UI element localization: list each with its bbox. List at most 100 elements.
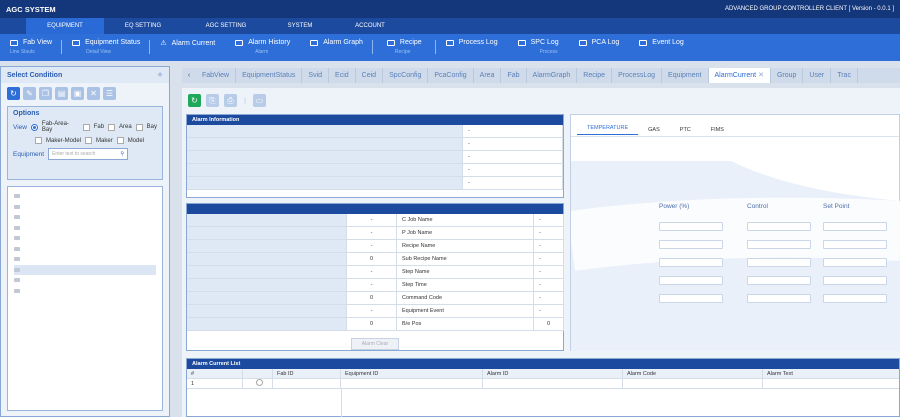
equipment-search-input[interactable]: Enter text to search ⚲ (48, 148, 129, 160)
spc-log-button[interactable]: SPC Log Process (508, 34, 569, 61)
tab-trac[interactable]: Trac (831, 68, 858, 83)
alarm-info-value: - (463, 164, 563, 177)
tree-item[interactable] (14, 223, 156, 234)
col-fab-id: Fab ID (273, 369, 341, 378)
alarm-graph-button[interactable]: Alarm Graph (300, 34, 373, 61)
toolbar: Fab View Line Slauts Equipment Status De… (0, 34, 900, 61)
options-box: Options View Fab-Area-Bay Fab Area Bay M… (7, 106, 163, 180)
equipment-tree[interactable] (7, 186, 163, 411)
tab-ecid[interactable]: Ecid (329, 68, 356, 83)
tree-item[interactable] (14, 254, 156, 265)
radio-fab-area-bay[interactable] (30, 123, 38, 131)
alarm-history-button[interactable]: Alarm History Alarm (225, 34, 300, 61)
tab-equipmentstatus[interactable]: EquipmentStatus (236, 68, 303, 83)
radio-fab-area-bay-label: Fab-Area-Bay (41, 121, 69, 133)
refresh-icon[interactable]: ↻ (7, 87, 20, 100)
menu-equipment[interactable]: EQUIPMENT (26, 18, 104, 34)
close-icon[interactable]: ✕ (87, 87, 100, 100)
tab-scroll-left-icon[interactable]: ‹ (182, 72, 196, 79)
layout-icon[interactable]: ▭ (253, 94, 266, 107)
tab-user[interactable]: User (803, 68, 832, 83)
monitor-icon (10, 39, 18, 46)
alarm-clear-button[interactable]: Alarm Clear (350, 338, 400, 350)
copy-icon[interactable]: ❐ (39, 87, 52, 100)
tree-item[interactable] (14, 244, 156, 255)
check-maker[interactable] (85, 137, 93, 144)
job-info-label (187, 240, 347, 253)
check-model[interactable] (116, 137, 124, 144)
export-icon[interactable]: ⎘ (206, 94, 219, 107)
save-icon[interactable]: ▣ (71, 87, 84, 100)
refresh-icon[interactable]: ↻ (188, 94, 201, 107)
tree-item[interactable] (14, 286, 156, 297)
list-icon[interactable]: ☰ (103, 87, 116, 100)
equipment-label: Equipment (13, 150, 45, 158)
alarm-current-button[interactable]: ⚠ Alarm Current (150, 34, 225, 61)
event-log-button[interactable]: Event Log (629, 34, 694, 61)
tab-recipe[interactable]: Recipe (577, 68, 613, 83)
fab-view-button[interactable]: Fab View Line Slauts (0, 34, 63, 61)
edit-icon[interactable]: ✎ (23, 87, 36, 100)
row-select-radio[interactable] (243, 379, 273, 388)
pca-log-button[interactable]: PCA Log (569, 34, 630, 61)
tab-pcaconfig[interactable]: PcaConfig (428, 68, 474, 83)
process-log-button[interactable]: Process Log (436, 34, 508, 61)
check-bay[interactable] (135, 123, 143, 131)
history-icon (235, 39, 244, 46)
tree-item[interactable] (14, 191, 156, 202)
tree-item[interactable] (14, 202, 156, 213)
tab-alarmcurrent[interactable]: AlarmCurrent ✕ (708, 68, 771, 83)
delete-icon[interactable]: ▤ (55, 87, 68, 100)
menu-agc-setting[interactable]: AGC SETTING (182, 18, 270, 34)
tab-area[interactable]: Area (474, 68, 502, 83)
power-field (659, 294, 723, 303)
table-row[interactable]: 1 (187, 379, 899, 389)
tab-ptc[interactable]: PTC (670, 127, 701, 133)
job-info-value: 0 (347, 318, 397, 331)
app-version: ADVANCED GROUP CONTROLLER CLIENT [ Versi… (724, 6, 894, 12)
equipment-icon (72, 39, 81, 46)
tab-equipment[interactable]: Equipment (662, 68, 709, 83)
check-maker-model-label: Maker-Model (46, 137, 82, 144)
check-maker-model[interactable] (35, 137, 42, 144)
main-menu: EQUIPMENT EQ SETTING AGC SETTING SYSTEM … (0, 18, 900, 34)
menu-account[interactable]: ACCOUNT (330, 18, 410, 34)
tree-item[interactable] (14, 264, 156, 275)
recipe-button[interactable]: Recipe Recipe (373, 34, 436, 61)
alarm-info-label (187, 151, 463, 164)
tab-spcconfig[interactable]: SpcConfig (383, 68, 429, 83)
col-index: # (187, 369, 243, 378)
search-icon[interactable]: ⚲ (120, 151, 124, 157)
menu-system[interactable]: SYSTEM (270, 18, 330, 34)
power-field (659, 258, 723, 267)
tab-alarmgraph[interactable]: AlarmGraph (527, 68, 578, 83)
close-tab-icon[interactable]: ✕ (758, 72, 764, 79)
tab-fab[interactable]: Fab (501, 68, 527, 83)
select-condition-title: Select Condition (7, 71, 63, 79)
tab-temperature[interactable]: TEMPERATURE (577, 125, 639, 135)
equipment-status-button[interactable]: Equipment Status Detail View (62, 34, 151, 61)
pin-icon[interactable]: ✧ (157, 71, 163, 79)
fab-view-sub: Line Slauts (10, 49, 35, 55)
tab-svid[interactable]: Svid (302, 68, 330, 83)
tab-fabview[interactable]: FabView (196, 68, 237, 83)
menu-eq-setting[interactable]: EQ SETTING (104, 18, 182, 34)
tree-item[interactable] (14, 275, 156, 286)
check-area[interactable] (108, 123, 116, 131)
equipment-search-placeholder: Enter text to search (52, 151, 96, 157)
tab-processlog[interactable]: ProcessLog (612, 68, 663, 83)
alarm-info-value: - (463, 125, 563, 138)
tree-item[interactable] (14, 212, 156, 223)
job-info-label (187, 227, 347, 240)
tab-ceid[interactable]: Ceid (356, 68, 384, 83)
warning-icon: ⚠ (160, 40, 167, 47)
tab-gas[interactable]: GAS (638, 127, 670, 133)
tab-group[interactable]: Group (771, 68, 804, 83)
title-bar: AGC SYSTEM ADVANCED GROUP CONTROLLER CLI… (0, 0, 900, 18)
job-info-value: - (347, 214, 397, 227)
alarm-current-list-panel: Alarm Current List # Fab ID Equipment ID… (186, 358, 900, 417)
tree-item[interactable] (14, 233, 156, 244)
tab-fims[interactable]: FIMS (701, 127, 734, 133)
print-icon[interactable]: ⎙ (224, 94, 237, 107)
check-fab[interactable] (82, 123, 90, 131)
